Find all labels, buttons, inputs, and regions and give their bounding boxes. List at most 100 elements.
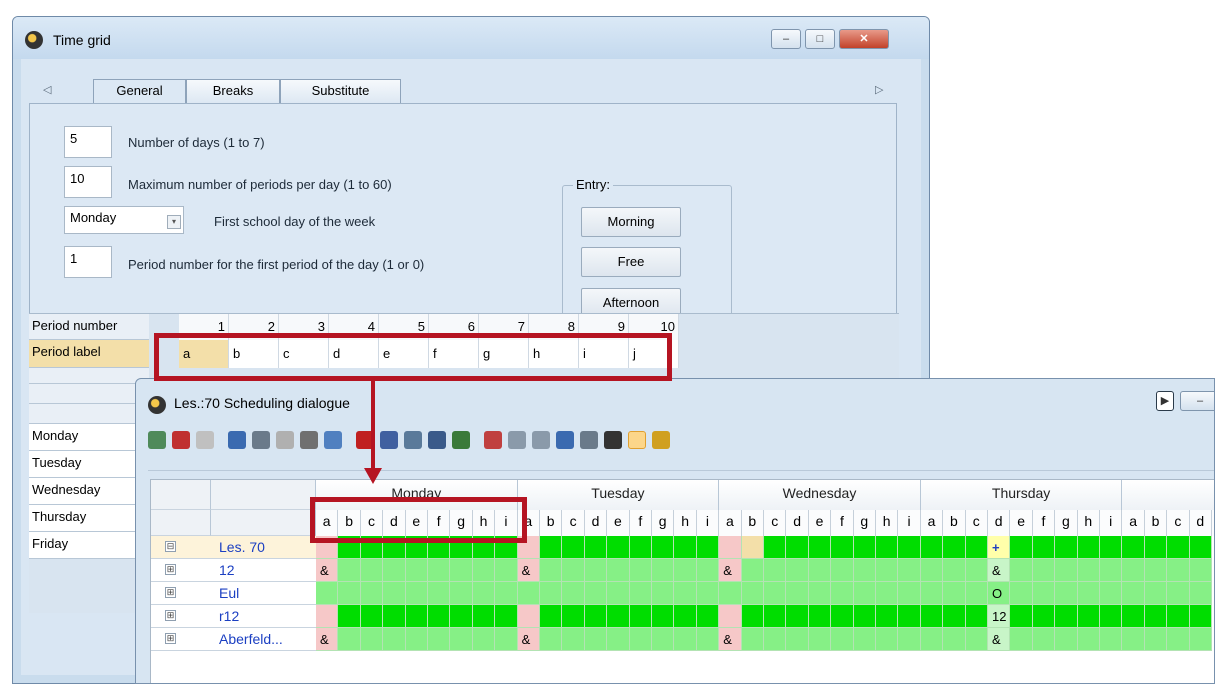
edit-icon[interactable] [628, 431, 646, 449]
schedule-cell[interactable] [1055, 582, 1078, 605]
schedule-cell[interactable] [405, 628, 428, 651]
schedule-cell[interactable] [876, 628, 899, 651]
schedule-cell[interactable] [965, 559, 988, 582]
schedule-cell[interactable] [607, 582, 630, 605]
schedule-cell[interactable] [629, 605, 652, 628]
schedule-cell[interactable]: & [719, 559, 742, 582]
schedule-cell[interactable]: + [988, 536, 1011, 559]
schedule-cell[interactable] [674, 582, 697, 605]
schedule-cell[interactable] [584, 605, 608, 628]
schedule-cell[interactable] [1032, 628, 1056, 651]
schedule-cell[interactable] [674, 559, 697, 582]
schedule-cell[interactable] [786, 628, 809, 651]
export-icon[interactable] [228, 431, 246, 449]
row-header[interactable]: ⊞ Eul [151, 582, 316, 605]
schedule-cell[interactable] [1122, 582, 1145, 605]
tab-scroll-left-icon[interactable]: ◁ [43, 83, 51, 96]
teacher-icon[interactable] [172, 431, 190, 449]
schedule-cell[interactable] [1077, 628, 1100, 651]
schedule-cell[interactable] [1100, 582, 1123, 605]
unassign-icon[interactable] [532, 431, 550, 449]
schedule-cell[interactable] [943, 559, 966, 582]
schedule-cell[interactable] [674, 605, 697, 628]
schedule-cell[interactable]: & [316, 628, 339, 651]
schedule-cell[interactable] [831, 536, 854, 559]
chevron-down-icon[interactable]: ▾ [167, 215, 181, 229]
schedule-cell[interactable] [1144, 536, 1168, 559]
schedule-cell[interactable] [674, 536, 697, 559]
schedule-cell[interactable] [898, 582, 921, 605]
schedule-cell[interactable] [808, 582, 832, 605]
schedule-cell[interactable] [965, 605, 988, 628]
maximize-button[interactable]: □ [805, 29, 835, 49]
schedule-cell[interactable] [1144, 559, 1168, 582]
schedule-cell[interactable] [1144, 628, 1168, 651]
schedule-cell[interactable] [517, 605, 540, 628]
schedule-cell[interactable] [652, 605, 675, 628]
schedule-cell[interactable] [719, 605, 742, 628]
list-icon[interactable] [508, 431, 526, 449]
row-header[interactable]: ⊞ Aberfeld... [151, 628, 316, 651]
schedule-cell[interactable] [1167, 536, 1190, 559]
schedule-cell[interactable] [316, 605, 339, 628]
expand-icon[interactable]: ⊞ [165, 587, 176, 598]
schedule-cell[interactable] [1032, 605, 1056, 628]
first-day-select[interactable]: Monday ▾ [64, 206, 184, 234]
schedule-cell[interactable] [808, 559, 832, 582]
schedule-cell[interactable] [1100, 559, 1123, 582]
schedule-cell[interactable] [338, 559, 361, 582]
schedule-cell[interactable]: & [719, 628, 742, 651]
schedule-cell[interactable] [831, 628, 854, 651]
schedule-cell[interactable] [450, 559, 473, 582]
schedule-cell[interactable] [472, 582, 496, 605]
schedule-cell[interactable] [741, 605, 764, 628]
schedule-cell[interactable] [1189, 605, 1212, 628]
move-icon[interactable] [324, 431, 342, 449]
schedule-cell[interactable] [428, 628, 451, 651]
periods-count-input[interactable]: 10 [64, 166, 112, 198]
schedule-cell[interactable] [495, 628, 518, 651]
schedule-cell[interactable] [540, 559, 563, 582]
schedule-cell[interactable] [1144, 605, 1168, 628]
tab-breaks[interactable]: Breaks [186, 79, 280, 103]
expand-icon[interactable]: ⊟ [165, 541, 176, 552]
schedule-cell[interactable] [786, 536, 809, 559]
schedule-cell[interactable] [920, 605, 944, 628]
schedule-cell[interactable] [383, 605, 406, 628]
schedule-cell[interactable] [1077, 605, 1100, 628]
schedule-cell[interactable] [360, 559, 384, 582]
cap-icon[interactable] [604, 431, 622, 449]
schedule-cell[interactable] [1055, 536, 1078, 559]
schedule-cell[interactable] [1122, 559, 1145, 582]
schedule-cell[interactable] [540, 536, 563, 559]
morning-button[interactable]: Morning [581, 207, 681, 237]
schedule-cell[interactable] [831, 605, 854, 628]
schedule-cell[interactable] [540, 582, 563, 605]
schedule-cell[interactable] [360, 605, 384, 628]
schedule-cell[interactable] [1189, 628, 1212, 651]
filter-icon[interactable] [380, 431, 398, 449]
minimize-button[interactable]: ‒ [771, 29, 801, 49]
play-icon[interactable]: ▶ [1156, 391, 1174, 411]
schedule-cell[interactable]: O [988, 582, 1011, 605]
schedule-cell[interactable] [450, 582, 473, 605]
expand-icon[interactable]: ⊞ [165, 610, 176, 621]
schedule-cell[interactable]: & [316, 559, 339, 582]
schedule-cell[interactable] [786, 559, 809, 582]
schedule-cell[interactable] [876, 605, 899, 628]
schedule-cell[interactable] [898, 536, 921, 559]
schedule-cell[interactable] [920, 628, 944, 651]
schedule-cell[interactable] [965, 582, 988, 605]
schedule-cell[interactable] [696, 559, 720, 582]
schedule-cell[interactable] [719, 536, 742, 559]
schedule-cell[interactable]: & [517, 559, 540, 582]
schedule-cell[interactable] [1055, 605, 1078, 628]
schedule-cell[interactable] [428, 605, 451, 628]
schedule-cell[interactable] [1010, 559, 1033, 582]
schedule-cell[interactable] [696, 536, 720, 559]
schedule-cell[interactable] [1055, 628, 1078, 651]
schedule-cell[interactable] [741, 536, 764, 559]
schedule-cell[interactable] [428, 582, 451, 605]
schedule-cell[interactable]: & [988, 628, 1011, 651]
schedule-cell[interactable] [450, 628, 473, 651]
